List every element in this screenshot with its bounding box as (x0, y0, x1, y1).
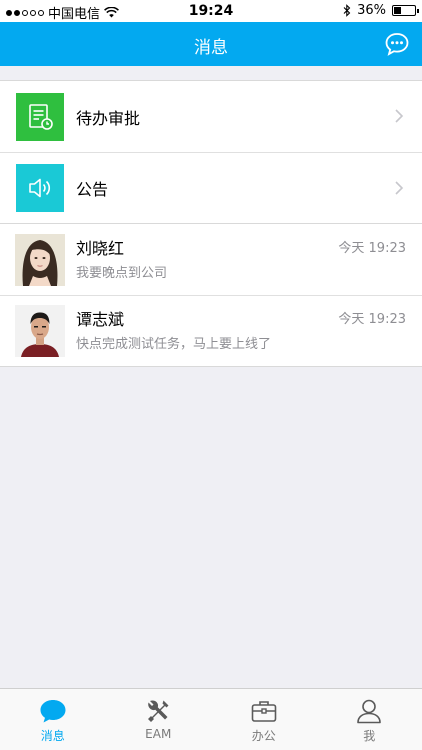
tab-bar: 消息 EAM 办公 我 (0, 688, 422, 750)
battery-icon (392, 5, 419, 16)
message-icon (40, 700, 66, 723)
tab-me[interactable]: 我 (317, 689, 422, 750)
bluetooth-icon (343, 4, 351, 17)
system-items-group: 待办审批 公告 (0, 80, 422, 224)
message-time: 今天 19:23 (338, 240, 406, 256)
chat-row[interactable]: 谭志斌 快点完成测试任务，马上要上线了 今天 19:23 (0, 295, 422, 366)
tab-messages-label: 消息 (40, 729, 65, 743)
message-body: 谭志斌 快点完成测试任务，马上要上线了 今天 19:23 (76, 305, 422, 357)
tab-messages[interactable]: 消息 (0, 689, 106, 750)
message-preview: 快点完成测试任务，马上要上线了 (76, 337, 272, 352)
approval-document-icon (16, 92, 64, 141)
chat-bubble-icon[interactable] (384, 31, 410, 57)
tab-eam-label: EAM (145, 727, 172, 741)
chevron-right-icon (395, 181, 404, 195)
approval-label: 待办审批 (76, 108, 141, 128)
tools-icon (148, 700, 169, 722)
chat-row[interactable]: 刘晓红 我要晚点到公司 今天 19:23 (0, 224, 422, 295)
announcement-item[interactable]: 公告 (0, 152, 422, 223)
user-icon (357, 699, 382, 724)
avatar (15, 305, 65, 357)
message-list-area: 待办审批 公告 刘晓红 我要晚点到公司 今天 19:23 谭志斌 快点完成测试任… (0, 66, 422, 367)
tab-office[interactable]: 办公 (211, 689, 317, 750)
briefcase-icon (251, 701, 277, 722)
message-preview: 我要晚点到公司 (76, 265, 168, 281)
speaker-icon (16, 164, 64, 212)
tab-me-label: 我 (363, 729, 376, 743)
message-body: 刘晓红 我要晚点到公司 今天 19:23 (76, 234, 422, 286)
page-title: 消息 (194, 38, 228, 58)
contact-name: 谭志斌 (76, 310, 125, 329)
contact-name: 刘晓红 (76, 238, 125, 258)
announcement-label: 公告 (76, 180, 109, 199)
status-bar: 中国电信 19:24 36% (0, 0, 422, 22)
chevron-right-icon (395, 109, 404, 123)
chat-messages-group: 刘晓红 我要晚点到公司 今天 19:23 谭志斌 快点完成测试任务，马上要上线了… (0, 224, 422, 367)
message-time: 今天 19:23 (338, 312, 406, 327)
nav-bar: 消息 (0, 22, 422, 66)
battery-percent: 36% (357, 3, 386, 18)
tab-office-label: 办公 (251, 729, 276, 743)
avatar (15, 233, 65, 286)
approval-item[interactable]: 待办审批 (0, 81, 422, 152)
status-right: 36% (343, 3, 419, 18)
tab-eam[interactable]: EAM (106, 689, 212, 750)
